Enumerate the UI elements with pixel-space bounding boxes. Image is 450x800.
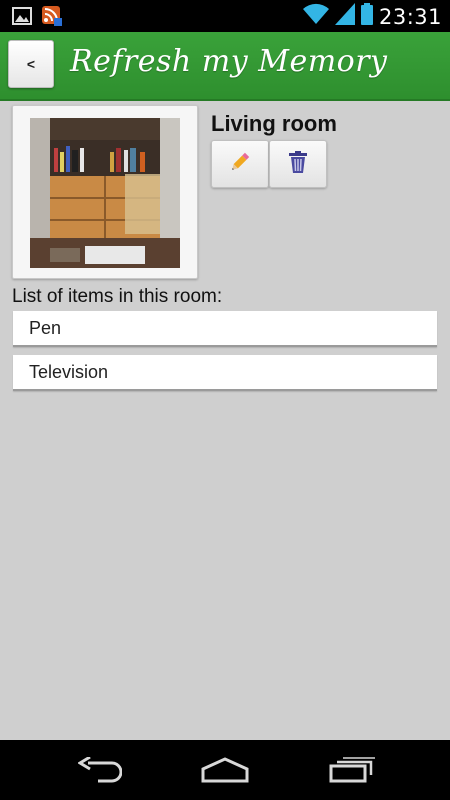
edit-room-button[interactable] bbox=[211, 140, 269, 188]
back-button[interactable]: < bbox=[8, 40, 54, 88]
trash-icon bbox=[287, 150, 309, 179]
items-list-label: List of items in this room: bbox=[12, 286, 223, 307]
room-photo-frame[interactable] bbox=[12, 105, 198, 279]
list-item[interactable]: Television bbox=[13, 355, 437, 391]
status-time: 23:31 bbox=[378, 4, 442, 29]
list-item-label: Television bbox=[29, 361, 109, 382]
rss-notification-icon bbox=[42, 6, 62, 31]
recents-nav-icon[interactable] bbox=[322, 754, 382, 786]
pencil-icon bbox=[228, 150, 252, 179]
back-nav-icon[interactable] bbox=[70, 754, 130, 786]
navigation-bar bbox=[0, 740, 450, 800]
back-button-label: < bbox=[26, 56, 36, 72]
room-photo bbox=[30, 118, 180, 268]
list-item-label: Pen bbox=[29, 317, 62, 338]
status-bar: 23:31 bbox=[0, 0, 450, 32]
gallery-notification-icon bbox=[12, 6, 32, 31]
room-name: Living room bbox=[211, 111, 337, 136]
app-title: Refresh my Memory bbox=[70, 44, 388, 79]
signal-icon bbox=[334, 3, 355, 30]
app-bar: < Refresh my Memory bbox=[0, 32, 450, 101]
list-item[interactable]: Pen bbox=[13, 311, 437, 347]
battery-icon bbox=[360, 3, 373, 30]
wifi-icon bbox=[302, 3, 329, 30]
items-list: Pen Television bbox=[13, 311, 437, 399]
delete-room-button[interactable] bbox=[269, 140, 327, 188]
home-nav-icon[interactable] bbox=[195, 754, 255, 786]
